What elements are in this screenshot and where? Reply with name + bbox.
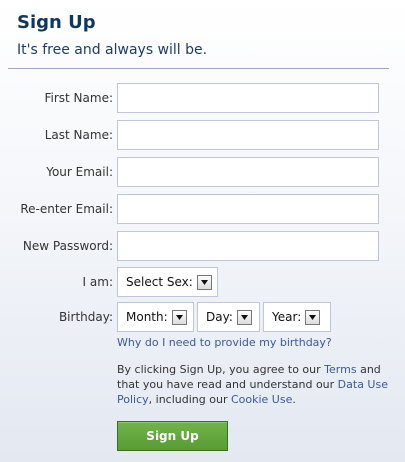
last-name-label: Last Name: bbox=[44, 128, 113, 142]
chevron-down-icon bbox=[236, 309, 252, 325]
birthday-label: Birthday: bbox=[58, 310, 113, 324]
first-name-row: First Name: bbox=[0, 83, 405, 115]
terms-text-part: . bbox=[292, 393, 296, 406]
sign-up-button[interactable]: Sign Up bbox=[117, 421, 228, 451]
signup-header: Sign Up It's free and always will be. bbox=[17, 12, 207, 59]
day-select-value: Day: bbox=[206, 310, 233, 324]
first-name-input[interactable] bbox=[117, 83, 379, 113]
last-name-input[interactable] bbox=[117, 120, 379, 150]
header-divider bbox=[8, 68, 389, 69]
terms-text: By clicking Sign Up, you agree to our Te… bbox=[117, 362, 392, 407]
reenter-email-input[interactable] bbox=[117, 194, 379, 224]
password-input[interactable] bbox=[117, 231, 379, 261]
birthday-row: Birthday: Month: Day: Year: bbox=[0, 302, 405, 334]
terms-text-part: By clicking Sign Up, you agree to our bbox=[117, 363, 325, 376]
page-title: Sign Up bbox=[17, 12, 96, 33]
reenter-email-label: Re-enter Email: bbox=[20, 202, 113, 216]
first-name-label: First Name: bbox=[44, 91, 113, 105]
email-input[interactable] bbox=[117, 157, 379, 187]
terms-link[interactable]: Terms bbox=[324, 363, 356, 376]
tagline: It's free and always will be. bbox=[17, 42, 208, 58]
password-label: New Password: bbox=[22, 239, 113, 253]
sex-select-value: Select Sex: bbox=[126, 275, 193, 289]
birthday-year-select[interactable]: Year: bbox=[263, 302, 331, 332]
chevron-down-icon bbox=[196, 274, 212, 290]
sex-select[interactable]: Select Sex: bbox=[117, 267, 218, 297]
cookie-use-link[interactable]: Cookie Use bbox=[231, 393, 292, 406]
email-label: Your Email: bbox=[46, 165, 113, 179]
last-name-row: Last Name: bbox=[0, 120, 405, 152]
terms-text-part: , including our bbox=[148, 393, 231, 406]
password-row: New Password: bbox=[0, 231, 405, 263]
sex-row: I am: Select Sex: bbox=[0, 267, 405, 299]
reenter-email-row: Re-enter Email: bbox=[0, 194, 405, 226]
chevron-down-icon bbox=[171, 309, 187, 325]
email-row: Your Email: bbox=[0, 157, 405, 189]
chevron-down-icon bbox=[305, 309, 321, 325]
why-birthday-link[interactable]: Why do I need to provide my birthday? bbox=[117, 336, 332, 349]
sex-label: I am: bbox=[82, 275, 113, 289]
birthday-month-select[interactable]: Month: bbox=[117, 302, 194, 332]
year-select-value: Year: bbox=[272, 310, 302, 324]
month-select-value: Month: bbox=[126, 310, 168, 324]
birthday-day-select[interactable]: Day: bbox=[197, 302, 260, 332]
